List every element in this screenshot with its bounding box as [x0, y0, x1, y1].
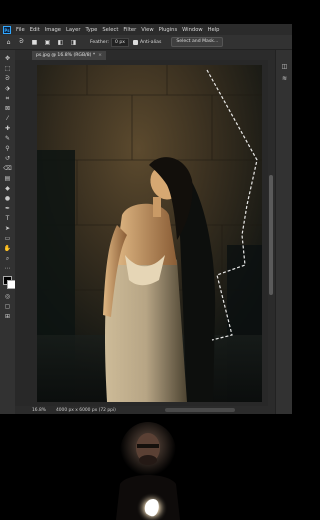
- home-icon[interactable]: ⌂: [4, 38, 13, 47]
- menu-file[interactable]: File: [16, 27, 25, 33]
- menu-plugins[interactable]: Plugins: [159, 27, 178, 33]
- crop-tool-icon[interactable]: ⌗: [3, 94, 12, 103]
- blur-tool-icon[interactable]: ◆: [3, 184, 12, 193]
- zoom-tool-icon[interactable]: ⌕: [3, 254, 12, 263]
- webcam-overlay: [0, 414, 292, 520]
- layers-stack-icon[interactable]: ≋: [280, 74, 289, 83]
- menu-layer[interactable]: Layer: [66, 27, 80, 33]
- select-and-mask-button[interactable]: Select and Mask...: [171, 37, 224, 47]
- subtract-selection-icon[interactable]: ◧: [56, 38, 65, 47]
- object-select-tool-icon[interactable]: ⬗: [3, 84, 12, 93]
- right-panel-dock: ◫ ≋: [275, 50, 292, 414]
- menu-view[interactable]: View: [141, 27, 153, 33]
- intersect-selection-icon[interactable]: ◨: [69, 38, 78, 47]
- dodge-tool-icon[interactable]: ●: [3, 194, 12, 203]
- eraser-tool-icon[interactable]: ⌫: [3, 164, 12, 173]
- layers-panel-icon[interactable]: ◫: [280, 62, 289, 71]
- portrait-photo-image: [37, 65, 262, 402]
- eyedropper-tool-icon[interactable]: ⁄: [3, 114, 12, 123]
- checkbox-icon: [132, 39, 138, 45]
- photoshop-logo-icon: Ps: [3, 25, 11, 34]
- history-brush-tool-icon[interactable]: ↺: [3, 154, 12, 163]
- lasso-tool-icon[interactable]: ᘐ: [3, 74, 12, 83]
- document-tab[interactable]: ps.jpg @ 16.8% (RGB/8) * ×: [32, 51, 107, 60]
- scrollbar-thumb[interactable]: [269, 175, 273, 295]
- type-tool-icon[interactable]: T: [3, 214, 12, 223]
- menu-edit[interactable]: Edit: [30, 27, 40, 33]
- marquee-tool-icon[interactable]: ⬚: [3, 64, 12, 73]
- lasso-tool-preset-icon[interactable]: ᘐ: [17, 38, 26, 47]
- pen-tool-icon[interactable]: ✒: [3, 204, 12, 213]
- zoom-level[interactable]: 16.8%: [32, 408, 46, 413]
- rectangle-tool-icon[interactable]: ▭: [3, 234, 12, 243]
- path-selection-tool-icon[interactable]: ➤: [3, 224, 12, 233]
- document-tab-bar: ps.jpg @ 16.8% (RGB/8) * ×: [15, 50, 275, 60]
- tools-panel: ✥ ⬚ ᘐ ⬗ ⌗ ⊠ ⁄ ✚ ✎ ⚲ ↺ ⌫ ▤ ◆ ● ✒ T ➤ ▭ ✋ …: [0, 50, 16, 414]
- webcam-image: [0, 414, 292, 520]
- color-swatches[interactable]: [3, 276, 16, 289]
- antialias-checkbox[interactable]: Anti-alias: [132, 39, 162, 45]
- photoshop-window: Ps File Edit Image Layer Type Select Fil…: [0, 0, 292, 414]
- clone-stamp-tool-icon[interactable]: ⚲: [3, 144, 12, 153]
- menu-filter[interactable]: Filter: [123, 27, 136, 33]
- hand-tool-icon[interactable]: ✋: [3, 244, 12, 253]
- gradient-tool-icon[interactable]: ▤: [3, 174, 12, 183]
- feather-control: Feather: 0 px: [90, 37, 129, 47]
- add-selection-icon[interactable]: ▣: [43, 38, 52, 47]
- close-icon[interactable]: ×: [98, 53, 102, 58]
- menu-window[interactable]: Window: [182, 27, 202, 33]
- healing-brush-tool-icon[interactable]: ✚: [3, 124, 12, 133]
- quick-mask-icon[interactable]: ◎: [3, 292, 12, 301]
- feather-label: Feather:: [90, 39, 109, 45]
- brush-tool-icon[interactable]: ✎: [3, 134, 12, 143]
- document-tab-title: ps.jpg @ 16.8% (RGB/8) *: [36, 53, 96, 58]
- menu-help[interactable]: Help: [208, 27, 220, 33]
- document-canvas-photo[interactable]: [37, 65, 262, 402]
- horizontal-scrollbar[interactable]: [165, 408, 235, 412]
- document-dimensions: 4000 px x 6000 px (72 ppi): [55, 407, 116, 413]
- feather-input[interactable]: 0 px: [110, 37, 129, 47]
- more-tools-icon[interactable]: ⋯: [3, 264, 12, 273]
- antialias-label: Anti-alias: [139, 39, 162, 45]
- menu-type[interactable]: Type: [85, 27, 97, 33]
- screen-mode-icon[interactable]: ▢: [3, 302, 12, 311]
- move-tool-icon[interactable]: ✥: [3, 54, 12, 63]
- options-bar: ⌂ ᘐ ■ ▣ ◧ ◨ Feather: 0 px Anti-alias Sel…: [0, 35, 292, 50]
- edit-toolbar-icon[interactable]: ⊞: [3, 312, 12, 321]
- menu-select[interactable]: Select: [102, 27, 118, 33]
- menu-image[interactable]: Image: [45, 27, 61, 33]
- new-selection-icon[interactable]: ■: [30, 38, 39, 47]
- vertical-scrollbar[interactable]: [268, 60, 275, 406]
- top-blank-area: [0, 0, 292, 24]
- status-bar: 16.8% 4000 px x 6000 px (72 ppi): [15, 406, 275, 414]
- frame-tool-icon[interactable]: ⊠: [3, 104, 12, 113]
- menu-bar: Ps File Edit Image Layer Type Select Fil…: [0, 24, 292, 35]
